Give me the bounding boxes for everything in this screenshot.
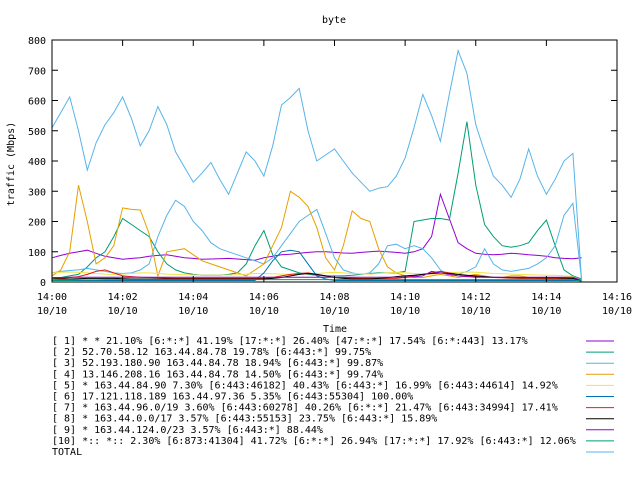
x-tick-label-time: 14:02 <box>108 292 138 303</box>
y-axis-label: traffic (Mbps) <box>6 122 17 206</box>
y-tick-label: 400 <box>28 157 46 168</box>
chart-title: byte <box>322 15 346 26</box>
x-axis-label: Time <box>323 324 347 335</box>
x-tick-label-time: 14:14 <box>531 292 561 303</box>
x-tick-label-time: 14:06 <box>249 292 279 303</box>
legend-label: [ 8] * 163.44.0.0/17 3.57% [6:443:55153]… <box>52 414 437 425</box>
x-tick-label-time: 14:08 <box>319 292 349 303</box>
series-line-6 <box>52 249 582 281</box>
legend-label: [ 2] 52.70.58.12 163.44.84.78 19.78% [6:… <box>52 347 371 358</box>
x-tick-label-date: 10/10 <box>37 306 67 317</box>
legend-label: TOTAL <box>52 447 82 458</box>
line-chart: byte traffic (Mbps) Time 0 100 200 300 400 50… <box>6 15 632 458</box>
x-tick-label-date: 10/10 <box>249 306 279 317</box>
x-tick-label-date: 10/10 <box>531 306 561 317</box>
x-tick-label-time: 14:00 <box>37 292 67 303</box>
x-tick-label-date: 10/10 <box>319 306 349 317</box>
legend: [ 1] * * 21.10% [6:*:*] 41.19% [17:*:*] … <box>52 336 614 458</box>
series-line-4 <box>51 185 582 281</box>
y-tick-label: 300 <box>28 187 46 198</box>
x-tick-label-time: 14:12 <box>461 292 491 303</box>
x-tick-label-date: 10/10 <box>390 306 420 317</box>
legend-label: [ 4] 13.146.208.16 163.44.84.78 14.50% [… <box>52 369 383 380</box>
x-tick-label-date: 10/10 <box>178 306 208 317</box>
legend-label: [ 5] * 163.44.84.90 7.30% [6:443:46182] … <box>52 380 558 391</box>
series-line-11 <box>51 48 583 283</box>
y-tick-label: 0 <box>40 278 46 289</box>
y-tick-label: 100 <box>28 248 46 259</box>
x-tick-label-time: 14:10 <box>390 292 420 303</box>
y-tick-label: 700 <box>28 66 46 77</box>
legend-label: [ 3] 52.193.180.90 163.44.84.78 18.94% [… <box>52 358 383 369</box>
x-tick-label-date: 10/10 <box>461 306 491 317</box>
x-tick-label-date: 10/10 <box>108 306 138 317</box>
legend-label: [ 9] * 163.44.124.0/23 3.57% [6:443:*] 8… <box>52 425 323 436</box>
x-tick-label-time: 14:16 <box>602 292 632 303</box>
y-tick-label: 800 <box>28 36 46 47</box>
y-tick-label: 500 <box>28 127 46 138</box>
y-tick-label: 600 <box>28 97 46 108</box>
legend-label: [10] *:: *:: 2.30% [6:873:41304] 41.72% … <box>52 436 576 447</box>
series-layer <box>51 48 583 283</box>
x-tick-label-date: 10/10 <box>602 306 632 317</box>
legend-label: [ 6] 17.121.118.189 163.44.97.36 5.35% [… <box>52 392 413 403</box>
y-tick-label: 200 <box>28 218 46 229</box>
legend-label: [ 1] * * 21.10% [6:*:*] 41.19% [17:*:*] … <box>52 336 528 347</box>
legend-label: [ 7] * 163.44.96.0/19 3.60% [6:443:60278… <box>52 403 558 414</box>
series-line-2 <box>51 121 582 280</box>
series-line-3 <box>51 199 583 281</box>
x-tick-label-time: 14:04 <box>178 292 208 303</box>
